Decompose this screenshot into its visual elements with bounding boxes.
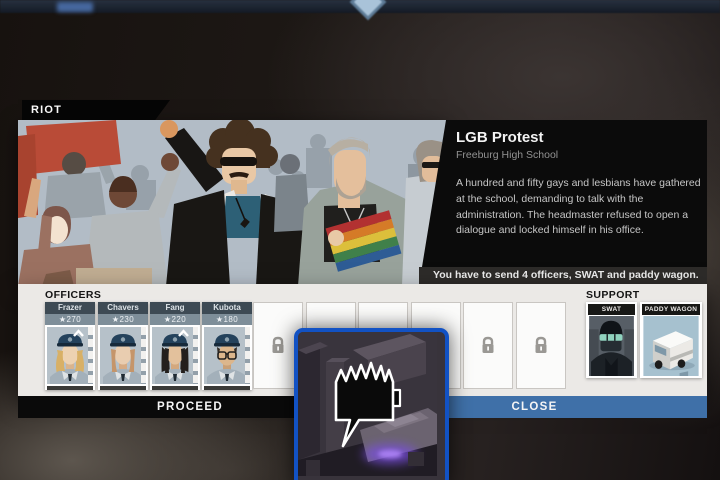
card-footer [204,386,250,390]
officer-portrait [100,327,146,384]
event-location: Freeburg High School [456,149,704,161]
map-event-popup[interactable] [294,328,449,480]
proceed-label: PROCEED [157,401,223,413]
star-icon: ★ [164,315,172,324]
officer-card-fang[interactable]: Fang ★220 [150,302,200,390]
lock-icon [480,336,496,355]
close-label: CLOSE [511,401,557,413]
card-tab-strip [88,327,93,384]
city-map-illustration [298,332,437,476]
swat-card[interactable]: SWAT [586,302,637,378]
promotion-chevron-icon [72,329,85,337]
event-category-label: RIOT [31,104,62,116]
officer-rating: ★220 [150,314,200,325]
officer-card-frazer[interactable]: Frazer ★270 [45,302,95,390]
event-title: LGB Protest [456,129,704,146]
officer-rating: ★180 [202,314,252,325]
event-category-banner: RIOT [22,100,170,120]
officer-rating: ★270 [45,314,95,325]
game-screen: RIOT [0,0,720,480]
star-icon: ★ [59,315,67,324]
requirement-text: You have to send 4 officers, SWAT and pa… [433,269,699,281]
event-description: A hundred and fifty gays and lesbians ha… [456,176,704,239]
card-tab-strip [193,327,198,384]
card-footer [100,386,146,390]
officer-card-kubota[interactable]: Kubota ★180 [202,302,252,390]
officer-name: Frazer [45,302,95,314]
locked-dispatch-slot [516,302,566,389]
paddy-wagon-label: PADDY WAGON [642,304,700,315]
card-tab-strip [245,327,250,384]
officer-name: Fang [150,302,200,314]
officers-section-label: OFFICERS [45,289,101,301]
officer-card-chavers[interactable]: Chavers ★230 [98,302,148,390]
officer-name: Kubota [202,302,252,314]
riot-scene-illustration [18,120,448,286]
locked-dispatch-slot [463,302,513,389]
star-icon: ★ [216,315,224,324]
star-icon: ★ [112,315,120,324]
card-footer [152,386,198,390]
support-section-label: SUPPORT [586,289,640,301]
card-footer [47,386,93,390]
officer-portrait [152,327,198,384]
requirement-bar: You have to send 4 officers, SWAT and pa… [419,267,707,284]
swat-image [588,316,635,376]
promotion-chevron-icon [177,329,190,337]
paddy-wagon-image [642,316,700,376]
officer-portrait [47,327,93,384]
officer-rating: ★230 [98,314,148,325]
lock-icon [270,336,286,355]
event-info-panel: LGB Protest Freeburg High School A hundr… [420,120,707,267]
paddy-wagon-card[interactable]: PADDY WAGON [640,302,702,378]
background-hud-chip [57,2,93,12]
lock-icon [533,336,549,355]
officer-name: Chavers [98,302,148,314]
swat-label: SWAT [588,304,635,315]
card-tab-strip [141,327,146,384]
officer-portrait [204,327,250,384]
